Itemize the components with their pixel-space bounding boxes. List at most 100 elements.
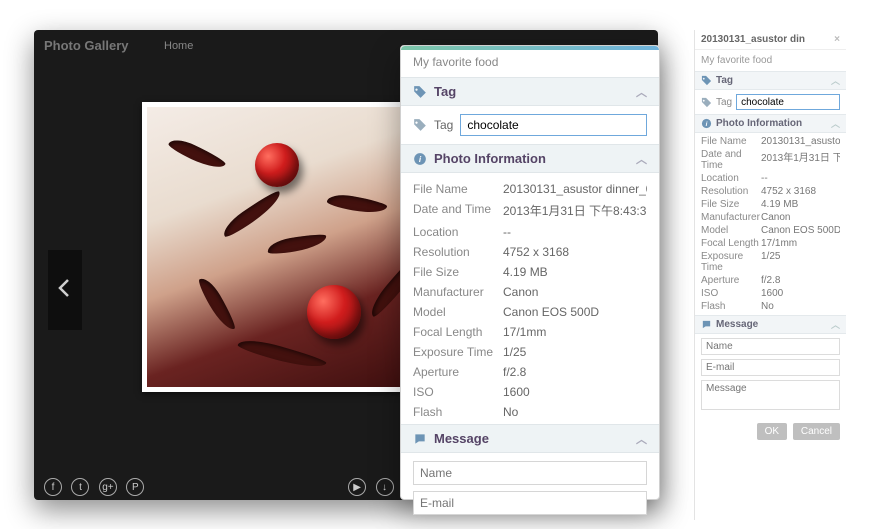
side-message-name-input[interactable] [701, 338, 840, 355]
info-value: -- [761, 173, 768, 184]
panel-title: My favorite food [401, 46, 659, 77]
tag-icon [413, 85, 427, 99]
svg-text:i: i [706, 121, 708, 128]
side-panel-title: 20130131_asustor din [701, 34, 805, 45]
info-value: 20130131_asustor dinner_0 [761, 136, 840, 147]
info-key: Focal Length [701, 238, 761, 249]
info-key: Date and Time [413, 202, 503, 219]
info-key: Model [413, 305, 503, 319]
facebook-icon[interactable]: f [44, 478, 62, 496]
info-value: No [503, 405, 518, 419]
info-icon: i [701, 118, 712, 129]
message-email-input[interactable] [413, 491, 647, 515]
info-key: Flash [701, 301, 761, 312]
breadcrumb-home[interactable]: Home [164, 40, 193, 52]
message-section-header[interactable]: Message ︿ [401, 424, 659, 453]
plurk-icon[interactable]: P [126, 478, 144, 496]
side-message-section-header[interactable]: Message ︿ [695, 315, 846, 334]
tag-icon [701, 97, 712, 108]
close-icon[interactable]: × [834, 34, 840, 45]
info-section-header[interactable]: i Photo Information ︿ [401, 144, 659, 173]
tag-section-header[interactable]: Tag ︿ [401, 77, 659, 106]
side-panel: 20130131_asustor din × My favorite food … [694, 30, 846, 520]
info-value: 1600 [761, 288, 783, 299]
info-value: 17/1mm [503, 325, 546, 339]
chevron-up-icon: ︿ [636, 431, 647, 447]
info-value: 2013年1月31日 下午8:43:39 [503, 202, 647, 219]
tag-row: Tag [401, 106, 659, 144]
play-icon[interactable]: ▶ [348, 478, 366, 496]
info-key: Manufacturer [413, 285, 503, 299]
prev-button[interactable] [48, 250, 82, 330]
tag-icon [413, 118, 427, 132]
info-panel: My favorite food Tag ︿ Tag i Photo Infor… [400, 45, 660, 500]
side-tag-section-label: Tag [716, 75, 733, 86]
info-key: Exposure Time [701, 251, 761, 273]
info-key: Resolution [413, 245, 503, 259]
side-tag-input[interactable] [736, 94, 840, 110]
googleplus-icon[interactable]: g+ [99, 478, 117, 496]
info-key: ISO [413, 385, 503, 399]
info-key: Aperture [413, 365, 503, 379]
tag-section-label: Tag [434, 84, 456, 99]
photo-image[interactable] [147, 107, 441, 387]
info-value: f/2.8 [761, 275, 780, 286]
info-key: File Name [701, 136, 761, 147]
side-tag-section-header[interactable]: Tag ︿ [695, 71, 846, 90]
message-section-label: Message [434, 431, 489, 446]
tag-input[interactable] [460, 114, 647, 136]
tag-field-label: Tag [434, 118, 453, 132]
side-info-section-label: Photo Information [716, 118, 802, 129]
info-value: 1600 [503, 385, 530, 399]
info-key: File Size [413, 265, 503, 279]
cancel-button[interactable]: Cancel [793, 423, 840, 440]
info-value: 4752 x 3168 [761, 186, 816, 197]
info-value: 1/25 [503, 345, 526, 359]
side-panel-subtitle: My favorite food [695, 50, 846, 71]
chevron-up-icon: ︿ [831, 117, 840, 130]
info-icon: i [413, 152, 427, 166]
app-title: Photo Gallery [44, 38, 129, 53]
info-key: Focal Length [413, 325, 503, 339]
info-value: Canon EOS 500D [503, 305, 599, 319]
message-icon [701, 319, 712, 330]
info-key: File Name [413, 182, 503, 196]
info-value: 4.19 MB [503, 265, 548, 279]
info-value: Canon [503, 285, 538, 299]
chevron-up-icon: ︿ [831, 74, 840, 87]
ok-button[interactable]: OK [757, 423, 787, 440]
chevron-up-icon: ︿ [636, 84, 647, 100]
chevron-up-icon: ︿ [636, 151, 647, 167]
twitter-icon[interactable]: t [71, 478, 89, 496]
info-value: -- [503, 225, 511, 239]
info-value: 17/1mm [761, 238, 797, 249]
info-key: Aperture [701, 275, 761, 286]
info-value: 4.19 MB [761, 199, 798, 210]
info-section-label: Photo Information [434, 151, 546, 166]
download-icon[interactable]: ↓ [376, 478, 394, 496]
info-key: Date and Time [701, 149, 761, 171]
social-buttons: f t g+ P [44, 477, 149, 496]
info-key: File Size [701, 199, 761, 210]
info-grid: File Name20130131_asustor dinner_0 Date … [401, 173, 659, 424]
chevron-up-icon: ︿ [831, 318, 840, 331]
info-value: No [761, 301, 774, 312]
side-info-section-header[interactable]: i Photo Information ︿ [695, 114, 846, 133]
info-value: 2013年1月31日 下午8:43:39 [761, 149, 840, 171]
info-key: Resolution [701, 186, 761, 197]
side-tag-field-label: Tag [716, 97, 732, 108]
info-value: Canon [761, 212, 790, 223]
info-key: Flash [413, 405, 503, 419]
side-message-section-label: Message [716, 319, 758, 330]
tag-icon [701, 75, 712, 86]
info-key: Location [413, 225, 503, 239]
message-icon [413, 432, 427, 446]
side-message-email-input[interactable] [701, 359, 840, 376]
info-value: 4752 x 3168 [503, 245, 569, 259]
info-value: 1/25 [761, 251, 780, 273]
info-key: Location [701, 173, 761, 184]
info-key: Model [701, 225, 761, 236]
info-value: f/2.8 [503, 365, 526, 379]
side-message-body-input[interactable] [701, 380, 840, 410]
message-name-input[interactable] [413, 461, 647, 485]
